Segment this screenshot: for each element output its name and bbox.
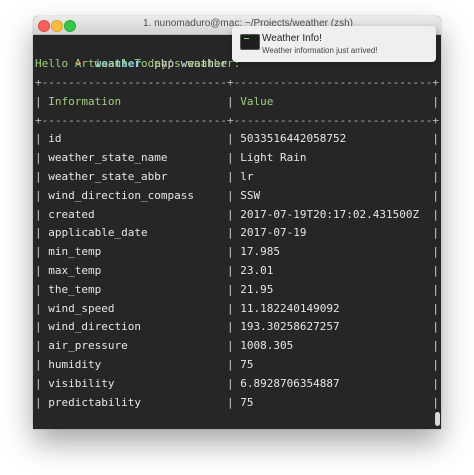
cell-key: the_temp	[48, 282, 102, 296]
cell-value: 75	[240, 358, 254, 371]
table-row: | min_temp | 17.985 |	[35, 243, 439, 261]
table-row: | max_temp | 23.01 |	[35, 262, 439, 280]
table-row: | visibility | 6.8928706354887 |	[35, 375, 439, 393]
table-row: | wind_direction_compass | SSW |	[35, 187, 439, 205]
cell-key: created	[48, 207, 95, 221]
cell-value: 5033516442058752	[240, 132, 347, 146]
cell-value: 2017-07-19	[240, 226, 307, 240]
table-row: | air_pressure | 1008.305 |	[35, 337, 439, 355]
cell-value: SSW	[240, 188, 261, 202]
cell-value: 75	[240, 395, 254, 409]
table-row: | humidity | 75 |	[35, 356, 439, 374]
cell-value: Light Rain	[240, 151, 307, 165]
cell-key: predictability	[48, 395, 141, 409]
cell-key: weather_state_name	[48, 151, 168, 165]
column-header-information: Information	[48, 94, 122, 108]
table-row: | wind_direction | 193.30258627257 |	[35, 318, 439, 336]
column-header-value: Value	[240, 94, 274, 108]
scrollbar[interactable]	[435, 412, 440, 426]
table-row: | weather_state_abbr | lr |	[35, 168, 439, 186]
table-border-top: +----------------------------+----------…	[35, 76, 439, 89]
greeting-line: Hello Artisan! Today's weather:	[35, 57, 241, 70]
table-row: | applicable_date | 2017-07-19 |	[35, 224, 439, 242]
table-row: | id | 5033516442058752 |	[35, 130, 439, 148]
cell-key: applicable_date	[48, 226, 148, 240]
cell-key: humidity	[48, 358, 102, 371]
table-row: | created | 2017-07-19T20:17:02.431500Z …	[35, 206, 439, 224]
cell-value: 193.30258627257	[240, 320, 340, 334]
cell-key: wind_direction_compass	[48, 188, 194, 202]
maximize-window-button[interactable]	[64, 20, 76, 32]
cell-value: lr	[240, 170, 254, 183]
cell-value: 1008.305	[240, 339, 294, 353]
table-row: | predictability | 75 |	[35, 394, 439, 412]
table-row: | weather_state_name | Light Rain |	[35, 149, 439, 167]
terminal-content[interactable]: ➜ weather php weather Hello Artisan! Tod…	[33, 35, 441, 429]
terminal-icon	[240, 34, 260, 50]
minimize-window-button[interactable]	[51, 20, 63, 32]
table-row: | the_temp | 21.95 |	[35, 281, 439, 299]
cell-value: 6.8928706354887	[240, 376, 340, 390]
terminal-window: 1. nunomaduro@mac: ~/Projects/weather (z…	[33, 16, 441, 429]
cell-key: id	[48, 132, 62, 146]
cell-key: air_pressure	[48, 339, 128, 353]
cell-value: 23.01	[240, 264, 274, 277]
close-window-button[interactable]	[38, 20, 50, 32]
cell-value: 2017-07-19T20:17:02.431500Z	[240, 207, 420, 221]
cell-value: 17.985	[240, 245, 281, 259]
cell-key: weather_state_abbr	[48, 170, 168, 183]
cell-key: visibility	[48, 376, 115, 390]
cell-key: wind_direction	[48, 320, 141, 334]
notification-body: Weather information just arrived!	[262, 46, 378, 55]
cell-value: 21.95	[240, 282, 274, 296]
cell-value: 11.182240149092	[240, 301, 340, 315]
prompt-line: ➜ weather php weather	[35, 37, 227, 70]
notification-title: Weather Info!	[262, 33, 322, 44]
notification-banner[interactable]: Weather Info! Weather information just a…	[232, 26, 436, 62]
cell-key: wind_speed	[48, 301, 115, 315]
table-header-row: | Information | Value |	[35, 93, 439, 111]
table-border-mid: +----------------------------+----------…	[35, 113, 439, 127]
table-row: | wind_speed | 11.182240149092 |	[35, 300, 439, 318]
cell-key: max_temp	[48, 264, 102, 277]
cell-key: min_temp	[48, 245, 102, 259]
